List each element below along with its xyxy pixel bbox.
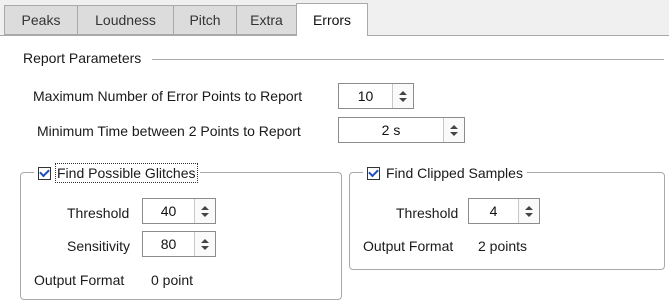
glitches-threshold-label: Threshold bbox=[67, 205, 130, 221]
max-points-value: 10 bbox=[357, 88, 374, 104]
glitches-threshold-spinbox[interactable]: 40 bbox=[142, 198, 216, 224]
decrement-icon[interactable] bbox=[201, 212, 209, 217]
increment-icon[interactable] bbox=[201, 238, 209, 243]
max-points-label: Maximum Number of Error Points to Report bbox=[33, 88, 303, 104]
tab-peaks[interactable]: Peaks bbox=[4, 5, 78, 35]
min-time-spinbox[interactable]: 2 s bbox=[338, 117, 465, 143]
glitches-output-format-label: Output Format bbox=[34, 272, 125, 288]
clipped-threshold-stepper[interactable] bbox=[518, 199, 539, 223]
glitches-sensitivity-label: Sensitivity bbox=[67, 238, 131, 254]
tab-label: Errors bbox=[312, 12, 352, 28]
tab-label: Loudness bbox=[95, 12, 156, 28]
glitches-output-format-value: 0 point bbox=[151, 272, 194, 288]
glitches-group-header: Find Possible Glitches bbox=[34, 163, 200, 183]
glitches-threshold-stepper[interactable] bbox=[194, 199, 215, 223]
report-parameters-title: Report Parameters bbox=[23, 50, 142, 66]
tab-label: Extra bbox=[250, 12, 283, 28]
glitches-sensitivity-value: 80 bbox=[160, 236, 177, 252]
glitches-title[interactable]: Find Possible Glitches bbox=[55, 163, 198, 183]
tab-label: Pitch bbox=[189, 12, 221, 28]
checkmark-icon bbox=[368, 166, 379, 178]
clipped-threshold-value: 4 bbox=[489, 203, 498, 219]
decrement-icon[interactable] bbox=[450, 131, 458, 136]
min-time-stepper[interactable] bbox=[443, 118, 464, 142]
clipped-output-format-value: 2 points bbox=[478, 238, 528, 254]
tab-pitch[interactable]: Pitch bbox=[173, 5, 237, 35]
decrement-icon[interactable] bbox=[399, 97, 407, 102]
increment-icon[interactable] bbox=[201, 205, 209, 210]
min-time-label: Minimum Time between 2 Points to Report bbox=[37, 123, 301, 139]
tab-errors[interactable]: Errors bbox=[296, 3, 368, 36]
checkmark-icon bbox=[39, 166, 50, 178]
min-time-value: 2 s bbox=[381, 122, 401, 138]
decrement-icon[interactable] bbox=[525, 212, 533, 217]
tab-extra[interactable]: Extra bbox=[236, 5, 297, 35]
clipped-threshold-label: Threshold bbox=[396, 205, 459, 221]
glitches-threshold-value: 40 bbox=[160, 203, 177, 219]
glitches-checkbox[interactable] bbox=[38, 166, 51, 180]
increment-icon[interactable] bbox=[450, 124, 458, 129]
glitches-sensitivity-stepper[interactable] bbox=[194, 232, 215, 256]
clipped-checkbox[interactable] bbox=[367, 166, 380, 180]
clipped-group-header: Find Clipped Samples bbox=[363, 163, 527, 183]
decrement-icon[interactable] bbox=[201, 245, 209, 250]
glitches-sensitivity-spinbox[interactable]: 80 bbox=[142, 231, 216, 257]
tab-loudness[interactable]: Loudness bbox=[77, 5, 174, 35]
increment-icon[interactable] bbox=[399, 90, 407, 95]
increment-icon[interactable] bbox=[525, 205, 533, 210]
clipped-title[interactable]: Find Clipped Samples bbox=[386, 165, 523, 181]
clipped-threshold-spinbox[interactable]: 4 bbox=[468, 198, 540, 224]
max-points-stepper[interactable] bbox=[392, 84, 413, 108]
report-parameters-divider bbox=[152, 59, 664, 60]
max-points-spinbox[interactable]: 10 bbox=[338, 83, 414, 109]
clipped-output-format-label: Output Format bbox=[363, 238, 454, 254]
tab-label: Peaks bbox=[21, 12, 61, 28]
